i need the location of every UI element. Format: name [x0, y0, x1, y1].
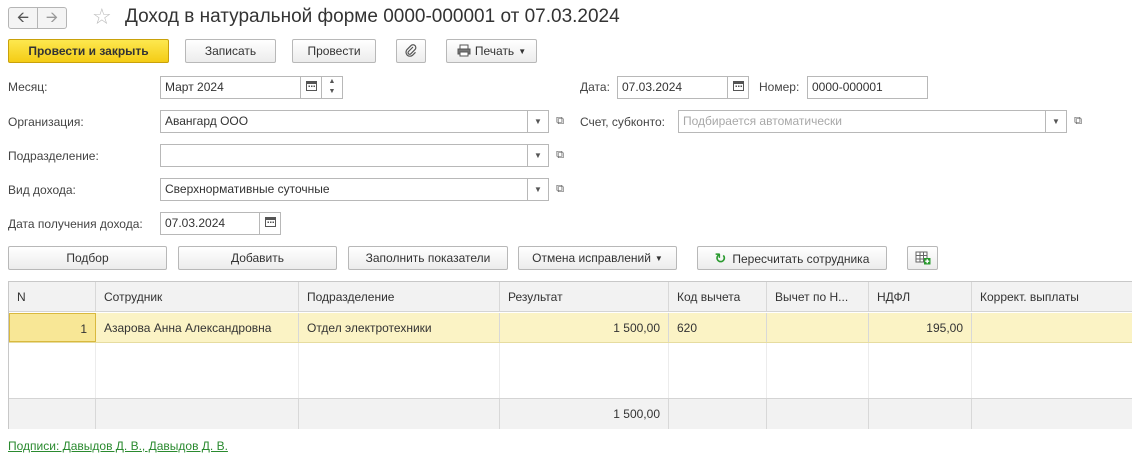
- date-field[interactable]: 07.03.2024: [617, 76, 728, 99]
- chevron-down-icon: ▼: [534, 185, 542, 194]
- page-title: Доход в натуральной форме 0000-000001 от…: [125, 6, 620, 27]
- account-label: Счет, субконто:: [580, 115, 665, 129]
- empty-area: [299, 343, 500, 398]
- column-header-employee[interactable]: Сотрудник: [96, 282, 299, 311]
- table-add-icon: [915, 251, 930, 265]
- income-type-field[interactable]: Сверхнормативные суточные: [160, 178, 528, 201]
- total-cell: [96, 399, 299, 429]
- empty-area: [767, 343, 869, 398]
- deduction-code-cell[interactable]: 620: [669, 313, 767, 342]
- refresh-icon: ↻: [714, 250, 727, 266]
- print-label: Печать: [474, 44, 515, 58]
- month-spinner[interactable]: ▲ ▼: [322, 76, 343, 99]
- table-header: N Сотрудник Подразделение Результат Код …: [9, 282, 1132, 312]
- cancel-corrections-button[interactable]: Отмена исправлений ▼: [518, 246, 677, 270]
- calendar-icon: [264, 217, 276, 227]
- month-label: Месяц:: [8, 80, 48, 94]
- spin-down-icon[interactable]: ▼: [322, 87, 342, 97]
- department-open-icon[interactable]: ⧉: [551, 144, 569, 167]
- chevron-down-icon: ▼: [518, 47, 527, 56]
- calendar-icon: [732, 81, 744, 91]
- column-header-payment-correction[interactable]: Коррект. выплаты: [972, 282, 1132, 311]
- total-cell: [9, 399, 96, 429]
- department-label: Подразделение:: [8, 149, 99, 163]
- arrow-left-icon: 🡨: [16, 9, 30, 26]
- recalculate-employee-button[interactable]: ↻ Пересчитать сотрудника: [697, 246, 887, 270]
- account-dropdown[interactable]: ▼: [1046, 110, 1067, 133]
- print-button[interactable]: Печать ▼: [446, 39, 537, 63]
- signatures-link[interactable]: Подписи: Давыдов Д. В., Давыдов Д. В.: [8, 439, 228, 453]
- empty-area: [869, 343, 972, 398]
- chevron-down-icon: ▼: [534, 151, 542, 160]
- paperclip-icon: [405, 44, 417, 57]
- income-type-open-icon[interactable]: ⧉: [551, 178, 569, 201]
- payment-correction-cell[interactable]: [972, 313, 1132, 342]
- column-header-deduction[interactable]: Вычет по Н...: [767, 282, 869, 311]
- star-icon[interactable]: ☆: [92, 4, 112, 30]
- number-field[interactable]: 0000-000001: [807, 76, 928, 99]
- chevron-down-icon: ▼: [534, 117, 542, 126]
- table-settings-button[interactable]: [907, 246, 938, 270]
- row-number-cell[interactable]: 1: [9, 313, 96, 342]
- total-result-cell: 1 500,00: [500, 399, 669, 429]
- empty-area: [500, 343, 669, 398]
- total-cell: [299, 399, 500, 429]
- total-cell: [669, 399, 767, 429]
- table-footer: 1 500,00: [9, 398, 1132, 429]
- income-date-calendar-button[interactable]: [260, 212, 281, 235]
- chevron-down-icon: ▼: [654, 254, 663, 263]
- department-dropdown[interactable]: ▼: [528, 144, 549, 167]
- ndfl-cell[interactable]: 195,00: [869, 313, 972, 342]
- department-field[interactable]: [160, 144, 528, 167]
- date-calendar-button[interactable]: [728, 76, 749, 99]
- organization-field[interactable]: Авангард ООО: [160, 110, 528, 133]
- income-date-label: Дата получения дохода:: [8, 217, 143, 231]
- department-cell[interactable]: Отдел электротехники: [299, 313, 500, 342]
- printer-icon: [457, 44, 471, 57]
- recalculate-label: Пересчитать сотрудника: [732, 252, 870, 266]
- column-header-deduction-code[interactable]: Код вычета: [669, 282, 767, 311]
- table-row[interactable]: 1 Азарова Анна Александровна Отдел элект…: [9, 313, 1132, 343]
- fill-indicators-button[interactable]: Заполнить показатели: [348, 246, 508, 270]
- income-type-label: Вид дохода:: [8, 183, 76, 197]
- chevron-down-icon: ▼: [1052, 117, 1060, 126]
- empty-area: [9, 343, 96, 398]
- column-header-n[interactable]: N: [9, 282, 96, 311]
- empty-area: [96, 343, 299, 398]
- total-cell: [869, 399, 972, 429]
- organization-dropdown[interactable]: ▼: [528, 110, 549, 133]
- add-button[interactable]: Добавить: [178, 246, 337, 270]
- deduction-cell[interactable]: [767, 313, 869, 342]
- attach-button[interactable]: [396, 39, 426, 63]
- cancel-corrections-label: Отмена исправлений: [532, 251, 651, 265]
- column-header-department[interactable]: Подразделение: [299, 282, 500, 311]
- pick-button[interactable]: Подбор: [8, 246, 167, 270]
- save-button[interactable]: Записать: [185, 39, 276, 63]
- back-button[interactable]: 🡨: [8, 7, 38, 29]
- total-cell: [767, 399, 869, 429]
- column-header-result[interactable]: Результат: [500, 282, 669, 311]
- employees-table[interactable]: N Сотрудник Подразделение Результат Код …: [8, 281, 1132, 429]
- organization-open-icon[interactable]: ⧉: [551, 110, 569, 133]
- income-type-dropdown[interactable]: ▼: [528, 178, 549, 201]
- month-field[interactable]: Март 2024: [160, 76, 301, 99]
- spin-up-icon[interactable]: ▲: [322, 77, 342, 87]
- total-cell: [972, 399, 1132, 429]
- calendar-button[interactable]: [301, 76, 322, 99]
- post-button[interactable]: Провести: [292, 39, 376, 63]
- number-label: Номер:: [759, 80, 800, 94]
- account-open-icon[interactable]: ⧉: [1069, 110, 1087, 133]
- income-date-field[interactable]: 07.03.2024: [160, 212, 260, 235]
- employee-cell[interactable]: Азарова Анна Александровна: [96, 313, 299, 342]
- result-cell[interactable]: 1 500,00: [500, 313, 669, 342]
- column-header-ndfl[interactable]: НДФЛ: [869, 282, 972, 311]
- post-and-close-button[interactable]: Провести и закрыть: [8, 39, 169, 63]
- arrow-right-icon: 🡪: [45, 9, 59, 26]
- organization-label: Организация:: [8, 115, 84, 129]
- forward-button[interactable]: 🡪: [37, 7, 67, 29]
- calendar-icon: [305, 81, 317, 91]
- empty-area: [669, 343, 767, 398]
- date-label: Дата:: [580, 80, 610, 94]
- account-field[interactable]: Подбирается автоматически: [678, 110, 1046, 133]
